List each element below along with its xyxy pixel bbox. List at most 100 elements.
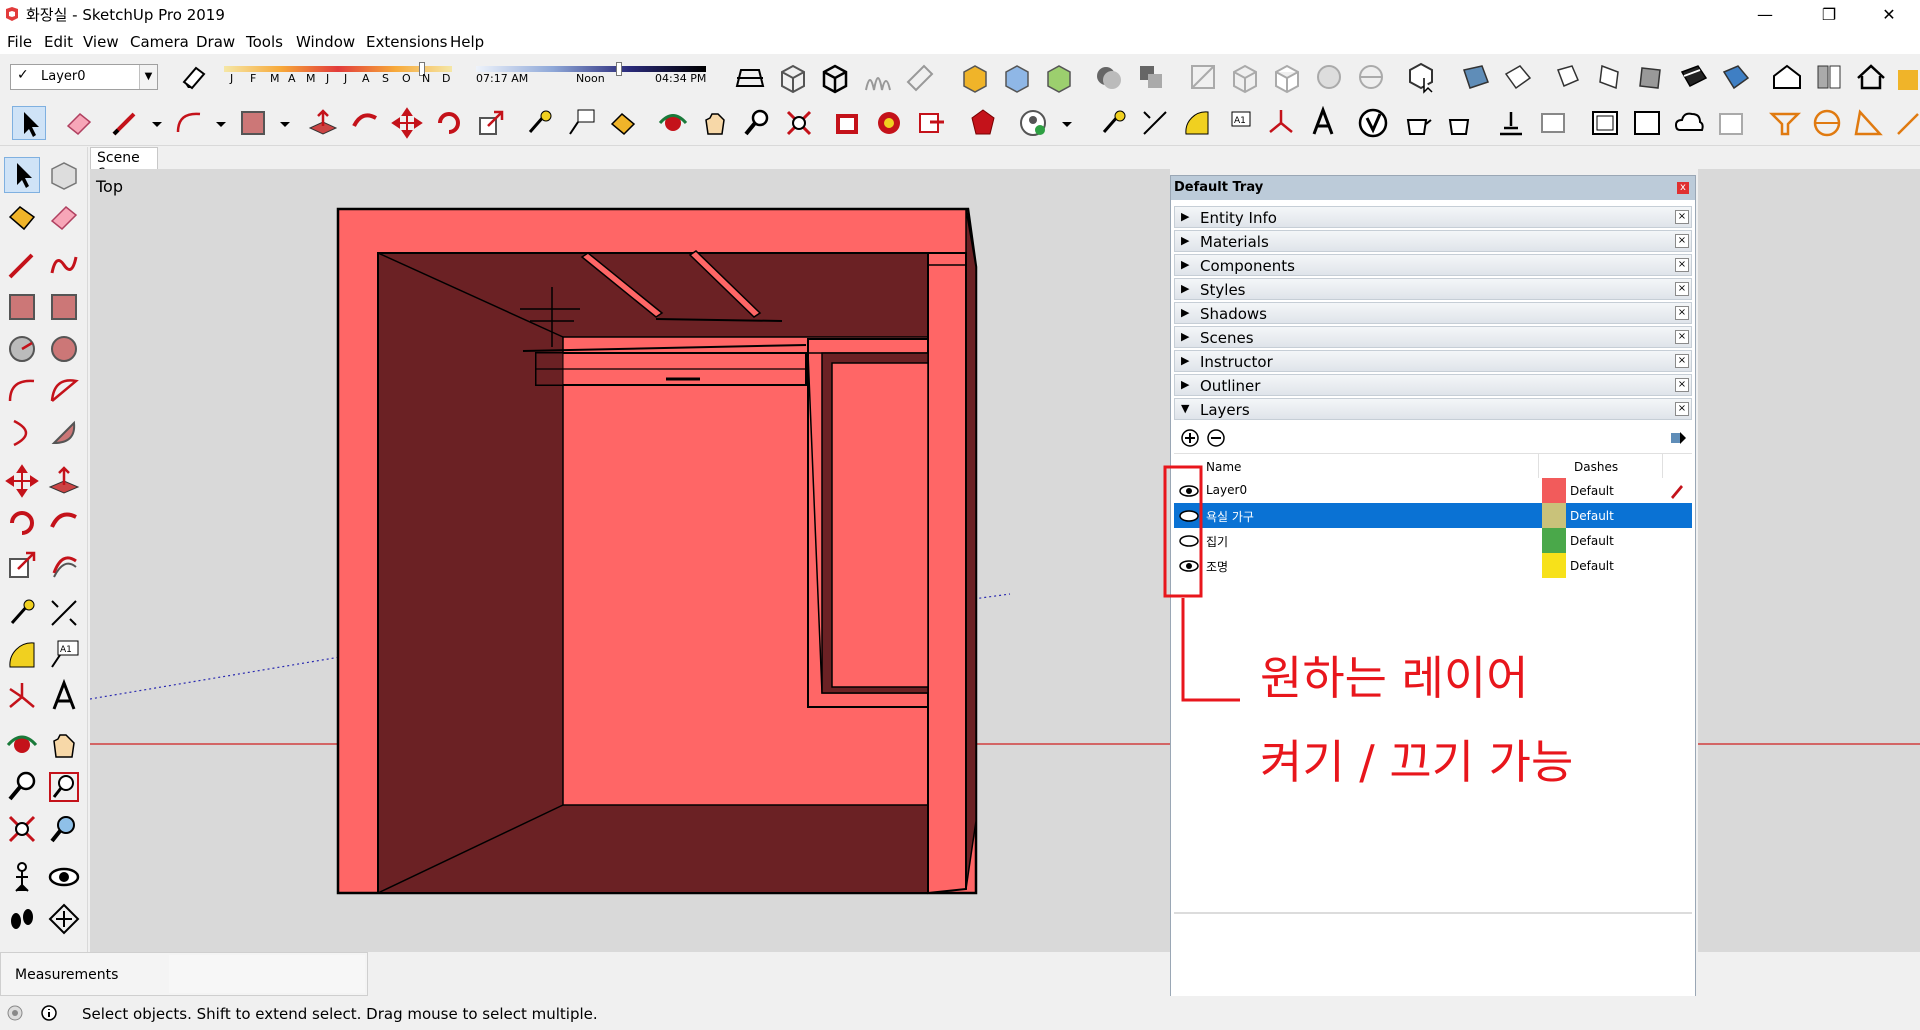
- pan-tool-icon[interactable]: [46, 727, 82, 763]
- panel-close-icon[interactable]: ×: [1675, 282, 1689, 296]
- wireframe-icon[interactable]: [1228, 60, 1262, 94]
- push-pull-icon[interactable]: [46, 463, 82, 499]
- select-tool-icon[interactable]: [4, 157, 40, 193]
- angle-orange-icon[interactable]: [1852, 106, 1886, 140]
- protractor-icon[interactable]: [4, 637, 40, 673]
- zoom-tool-icon[interactable]: [740, 106, 774, 140]
- zoom-tool-icon[interactable]: [4, 769, 40, 805]
- scale-tool-icon[interactable]: [474, 106, 508, 140]
- monochrome-icon[interactable]: [1354, 60, 1388, 94]
- previous-view-icon[interactable]: [46, 811, 82, 847]
- parallel-projection-icon[interactable]: [1812, 60, 1846, 94]
- fog-icon[interactable]: [902, 60, 936, 94]
- panel-layers[interactable]: ▼ Layers ×: [1174, 398, 1692, 420]
- delete-layer-icon[interactable]: [1206, 428, 1226, 448]
- scale-tool-icon[interactable]: [4, 547, 40, 583]
- hidden-line-icon[interactable]: [1270, 60, 1304, 94]
- render-teapot-icon[interactable]: [1400, 106, 1434, 140]
- chevron-down-icon[interactable]: [204, 106, 226, 140]
- chevron-down-icon[interactable]: [1050, 106, 1072, 140]
- panel-close-icon[interactable]: ×: [1675, 378, 1689, 392]
- layer-color-swatch[interactable]: [1542, 553, 1566, 578]
- pencil-box-icon[interactable]: [1894, 60, 1920, 94]
- funnel-tool-icon[interactable]: [1768, 106, 1802, 140]
- circle-orange-icon[interactable]: [1810, 106, 1844, 140]
- details-arrow-icon[interactable]: [1668, 428, 1688, 448]
- tab-scene-6[interactable]: Scene 6: [90, 147, 158, 182]
- arc-tool-icon[interactable]: [4, 373, 40, 409]
- panel-close-icon[interactable]: ×: [1675, 354, 1689, 368]
- menu-draw[interactable]: Draw: [196, 33, 235, 51]
- protractor-icon[interactable]: [1180, 106, 1214, 140]
- axes-tool-icon[interactable]: [4, 679, 40, 715]
- share-model-icon[interactable]: [872, 106, 906, 140]
- interactive-render-icon[interactable]: [1442, 106, 1476, 140]
- column-header-dashes[interactable]: Dashes: [1574, 460, 1618, 474]
- arc-tool-icon[interactable]: [172, 106, 206, 140]
- 3d-text-icon[interactable]: [1306, 105, 1340, 140]
- make-component-icon[interactable]: [46, 157, 82, 193]
- panel-close-icon[interactable]: ×: [1675, 306, 1689, 320]
- profile-icon[interactable]: [1016, 106, 1050, 140]
- offset-tool-icon[interactable]: [46, 547, 82, 583]
- grass-icon[interactable]: [860, 60, 894, 94]
- text-tool-icon[interactable]: [564, 106, 598, 140]
- panel-close-icon[interactable]: ×: [1675, 234, 1689, 248]
- instructor-info-icon[interactable]: [40, 1004, 58, 1022]
- section-plane-icon[interactable]: [46, 901, 82, 937]
- frame-buffer-icon[interactable]: [1494, 106, 1528, 140]
- eraser-tool-icon[interactable]: [46, 199, 82, 235]
- circle-tool-icon[interactable]: [4, 331, 40, 367]
- menu-view[interactable]: View: [83, 33, 119, 51]
- modeling-viewport[interactable]: Top: [90, 169, 1170, 952]
- tape-measure-icon[interactable]: [4, 595, 40, 631]
- layer-dashes[interactable]: Default: [1570, 534, 1614, 548]
- 3d-text-icon[interactable]: [46, 678, 82, 715]
- maximize-button[interactable]: ❐: [1806, 0, 1852, 30]
- follow-me-icon[interactable]: [46, 505, 82, 541]
- slope-orange-icon[interactable]: [1894, 106, 1920, 140]
- modeling-viewport-right[interactable]: [1698, 169, 1920, 952]
- layer-dropdown[interactable]: ✓ Layer0 ▼: [10, 64, 158, 90]
- menu-camera[interactable]: Camera: [130, 33, 189, 51]
- paint-bucket-icon[interactable]: [606, 106, 640, 140]
- top-view-icon[interactable]: [1500, 60, 1534, 94]
- layer-dashes[interactable]: Default: [1570, 484, 1614, 498]
- line-tool-icon[interactable]: [108, 106, 142, 140]
- eraser-layer-icon[interactable]: [176, 60, 210, 94]
- menu-window[interactable]: Window: [296, 33, 355, 51]
- panel-components[interactable]: ▶ Components ×: [1174, 254, 1692, 276]
- minimize-button[interactable]: —: [1742, 0, 1788, 30]
- panel-outliner[interactable]: ▶ Outliner ×: [1174, 374, 1692, 396]
- menu-help[interactable]: Help: [450, 33, 484, 51]
- chevron-down-icon[interactable]: [140, 106, 162, 140]
- move-tool-icon[interactable]: [4, 463, 40, 499]
- menu-extensions[interactable]: Extensions: [366, 33, 447, 51]
- tape-measure-icon[interactable]: [1096, 106, 1130, 140]
- close-window-button[interactable]: ✕: [1866, 0, 1912, 30]
- box-iso-icon[interactable]: [776, 60, 810, 94]
- measurements-input[interactable]: [169, 955, 365, 993]
- panel-close-icon[interactable]: ×: [1675, 258, 1689, 272]
- window-frame-icon[interactable]: [1588, 106, 1622, 140]
- polygon-tool-icon[interactable]: [46, 331, 82, 367]
- rectangle-tool-icon[interactable]: [4, 289, 40, 325]
- push-pull-icon[interactable]: [306, 106, 340, 140]
- text-tool-icon[interactable]: A1: [46, 637, 82, 673]
- tray-close-button[interactable]: x: [1677, 182, 1689, 194]
- panel-close-icon[interactable]: ×: [1675, 402, 1689, 416]
- freehand-tool-icon[interactable]: [46, 247, 82, 283]
- paint-bucket-icon[interactable]: [4, 199, 40, 235]
- teapot-frame-icon[interactable]: [1630, 106, 1664, 140]
- right-view-icon[interactable]: [1592, 60, 1626, 94]
- look-around-icon[interactable]: [46, 859, 82, 895]
- share-component-icon[interactable]: [914, 106, 948, 140]
- axes-tool-icon[interactable]: [1264, 106, 1298, 140]
- walk-tool-icon[interactable]: [4, 901, 40, 937]
- front-view-icon[interactable]: [1550, 60, 1584, 94]
- warehouse-green-icon[interactable]: [1042, 60, 1076, 94]
- panel-close-icon[interactable]: ×: [1675, 210, 1689, 224]
- layer-color-swatch[interactable]: [1542, 528, 1566, 553]
- extension-warehouse-icon[interactable]: [966, 106, 1000, 140]
- home-icon[interactable]: [1854, 60, 1888, 94]
